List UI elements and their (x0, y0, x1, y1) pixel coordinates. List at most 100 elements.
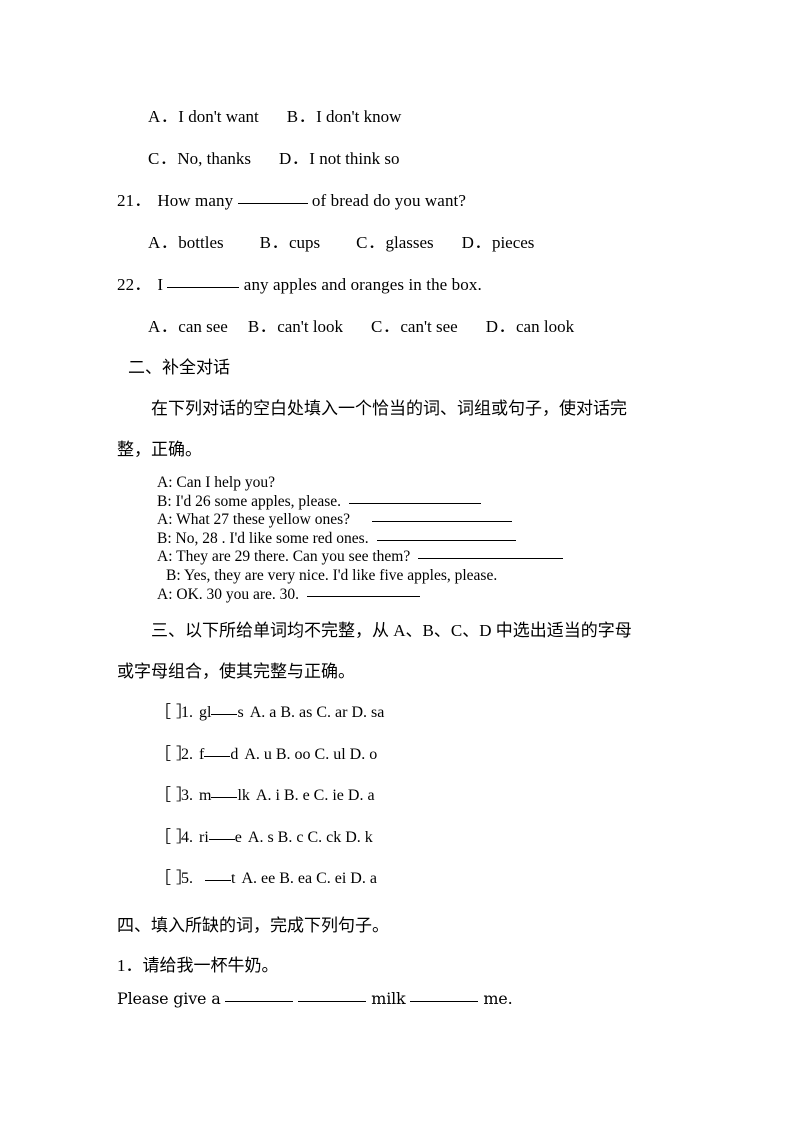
q21-option-d[interactable]: D．pieces (462, 222, 535, 264)
q21-option-b-text: cups (288, 233, 321, 252)
option-a-text: I don't want (178, 107, 259, 126)
q22-option-a[interactable]: A．can see (148, 306, 228, 348)
q22-option-c-text: can't see (400, 317, 458, 336)
section-2-instruction-line-2: 整，正确。 (117, 440, 202, 459)
page-content: A．I don't want B．I don't know C．No, thank… (117, 96, 679, 1012)
dialogue-blank-28[interactable] (376, 539, 516, 541)
option-d[interactable]: D．I not think so (279, 138, 399, 180)
word-item-1-choices[interactable]: A. a B. as C. ar D. sa (250, 704, 385, 721)
section-4-item-1-chinese: 1．请给我一杯牛奶。 (117, 946, 679, 986)
section-4-heading: 四、填入所缺的词，完成下列句子。 (117, 915, 389, 935)
word-item-3-number: 3. (181, 787, 193, 805)
option-c-text: No, thanks (177, 149, 252, 168)
word-item-3-blank[interactable] (211, 797, 238, 799)
question-21-blank[interactable] (237, 203, 308, 204)
option-b[interactable]: B．I don't know (287, 96, 402, 138)
word-item-1-after: s (237, 704, 244, 722)
q22-option-a-label: A． (148, 317, 179, 336)
q21-option-d-text: pieces (491, 233, 535, 252)
answer-bracket-2[interactable]: ［ ］ (155, 734, 192, 776)
section-4-answer-part-1: Please give a (117, 988, 221, 1008)
worksheet-page: A．I don't want B．I don't know C．No, thank… (0, 0, 794, 1123)
dialogue-blank-30[interactable] (307, 595, 421, 597)
q21-option-c-text: glasses (385, 233, 434, 252)
section-4-blank-2[interactable] (298, 1000, 367, 1002)
section-4-item-1-english: Please give a milk me. (117, 986, 679, 1012)
answer-bracket-1[interactable]: ［ ］ (155, 692, 192, 734)
q21-option-a-text: bottles (178, 233, 224, 252)
option-d-text: I not think so (309, 149, 400, 168)
dialogue-line-6-text: B: Yes, they are very nice. I'd like fiv… (166, 566, 498, 584)
q22-option-c[interactable]: C．can't see (371, 306, 458, 348)
question-21: 21． How many of bread do you want? (117, 180, 679, 222)
section-4-item-1-number: 1． (117, 955, 143, 975)
q21-option-c[interactable]: C．glasses (356, 222, 434, 264)
word-item-2-before: f (199, 745, 205, 763)
section-4-answer-part-4: me. (483, 988, 513, 1008)
q22-option-d[interactable]: D．can look (486, 306, 574, 348)
word-item-1-number: 1. (181, 704, 193, 722)
dialogue-line-4-text: B: No, 28 . I'd like some red ones. (157, 529, 369, 547)
dialogue-blank-26[interactable] (349, 502, 482, 504)
word-item-2: ［ ］2. f d A. u B. oo C. ul D. o (117, 734, 679, 776)
dialogue-line-5-text: A: They are 29 there. Can you see them? (157, 548, 411, 566)
q22-option-b[interactable]: B．can't look (248, 306, 343, 348)
dialogue-line-2-text: B: I'd 26 some apples, please. (157, 492, 342, 510)
word-item-4-blank[interactable] (208, 838, 235, 840)
q22-option-c-label: C． (371, 317, 401, 336)
question-22-number: 22． (117, 275, 152, 294)
section-3-heading-line-1: 三、以下所给单词均不完整，从 A、B、C、D 中选出适当的字母 (151, 621, 632, 641)
q20-options-row-1: A．I don't want B．I don't know (117, 96, 679, 138)
answer-bracket-5[interactable]: ［ ］ (155, 858, 192, 900)
option-b-text: I don't know (316, 107, 402, 126)
dialogue-line-4: B: No, 28 . I'd like some red ones. (157, 530, 679, 549)
option-c[interactable]: C．No, thanks (148, 138, 251, 180)
q22-option-b-text: can't look (277, 317, 344, 336)
dialogue-line-5: A: They are 29 there. Can you see them? (157, 548, 679, 567)
section-4-blank-1[interactable] (225, 1000, 294, 1002)
option-d-label: D． (279, 149, 310, 168)
q20-options-row-2: C．No, thanks D．I not think so (117, 138, 679, 180)
answer-bracket-4[interactable]: ［ ］ (155, 817, 192, 859)
word-item-2-after: d (230, 745, 239, 763)
word-item-3-choices[interactable]: A. i B. e C. ie D. a (256, 787, 375, 804)
dialogue-line-6: B: Yes, they are very nice. I'd like fiv… (157, 567, 679, 586)
dialogue-line-3-text: A: What 27 these yellow ones? (157, 511, 350, 529)
section-4-blank-3[interactable] (410, 1000, 479, 1002)
question-21-number: 21． (117, 191, 152, 210)
q21-option-b-label: B． (259, 233, 289, 252)
word-item-4-choices[interactable]: A. s B. c C. ck D. k (248, 829, 373, 846)
q21-option-b[interactable]: B．cups (260, 222, 321, 264)
section-4-item-1-chinese-text: 请给我一杯牛奶。 (142, 955, 279, 975)
word-item-5-blank[interactable] (205, 880, 231, 882)
section-2-instruction-line-1: 在下列对话的空白处填入一个恰当的词、词组或句子，使对话完 (151, 399, 627, 418)
dialogue-block: A: Can I help you? B: I'd 26 some apples… (117, 474, 679, 604)
dialogue-line-1: A: Can I help you? (157, 474, 679, 493)
word-item-4: ［ ］4. ri e A. s B. c C. ck D. k (117, 817, 679, 859)
question-21-stem-before: How many (157, 191, 234, 210)
q21-option-a[interactable]: A．bottles (148, 222, 224, 264)
word-item-1-before: gl (199, 704, 212, 722)
word-item-2-number: 2. (181, 745, 193, 763)
word-item-2-choices[interactable]: A. u B. oo C. ul D. o (244, 746, 377, 763)
word-item-5-number: 5. (181, 870, 193, 888)
section-3-heading-line-2: 或字母组合，使其完整与正确。 (117, 662, 355, 682)
dialogue-line-2: B: I'd 26 some apples, please. (157, 493, 679, 512)
word-item-3: ［ ］3. m lk A. i B. e C. ie D. a (117, 775, 679, 817)
word-item-5-choices[interactable]: A. ee B. ea C. ei D. a (241, 870, 377, 887)
q21-option-d-label: D． (461, 233, 492, 252)
dialogue-line-3: A: What 27 these yellow ones? (157, 511, 679, 530)
dialogue-blank-27[interactable] (372, 521, 512, 523)
word-item-1: ［ ］1. gl s A. a B. as C. ar D. sa (117, 692, 679, 734)
option-a[interactable]: A．I don't want (148, 96, 259, 138)
question-22-blank[interactable] (167, 287, 240, 288)
answer-bracket-3[interactable]: ［ ］ (155, 775, 192, 817)
word-item-1-blank[interactable] (211, 714, 238, 716)
word-item-2-blank[interactable] (204, 755, 231, 757)
word-item-5-after: t (231, 870, 236, 888)
q21-option-c-label: C． (356, 233, 386, 252)
question-22-stem-before: I (157, 275, 164, 294)
dialogue-blank-29[interactable] (418, 558, 564, 560)
question-22: 22． I any apples and oranges in the box. (117, 264, 679, 306)
section-2-heading: 二、补全对话 (128, 358, 230, 377)
